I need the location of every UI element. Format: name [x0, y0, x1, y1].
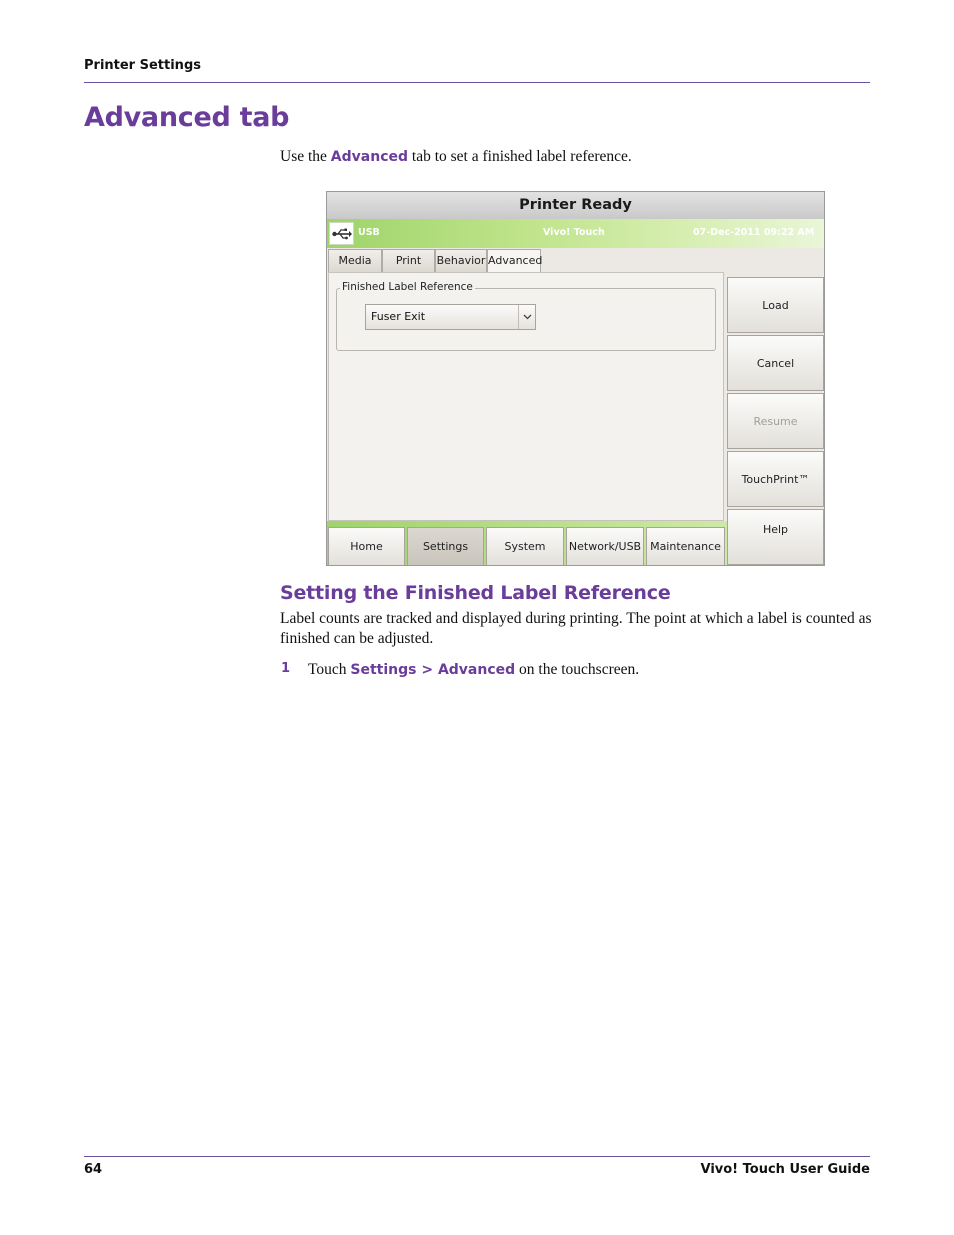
nav-home-button[interactable]: Home — [328, 527, 405, 565]
intro-paragraph: Use the Advanced tab to set a finished l… — [280, 148, 632, 166]
touchprint-button[interactable]: TouchPrint™ — [727, 451, 824, 507]
nav-maintenance-button[interactable]: Maintenance — [646, 527, 725, 565]
step-text-after: on the touchscreen. — [515, 661, 640, 678]
step-keyword: Settings > Advanced — [350, 662, 516, 678]
chevron-down-icon — [518, 305, 535, 329]
status-bar: USB Vivo! Touch 07-Dec-2011 09:22 AM — [327, 219, 824, 248]
advanced-tab-panel: Finished Label Reference Fuser Exit — [328, 272, 724, 521]
step-number: 1 — [281, 661, 291, 676]
help-button[interactable]: Help — [727, 509, 824, 565]
finished-label-reference-select[interactable]: Fuser Exit — [365, 304, 536, 330]
nav-settings-button[interactable]: Settings — [407, 527, 484, 565]
status-device: Vivo! Touch — [543, 227, 605, 238]
screen-title: Printer Ready — [327, 192, 824, 219]
resume-button[interactable]: Resume — [727, 393, 824, 449]
status-datetime: 07-Dec-2011 09:22 AM — [693, 227, 815, 238]
page-title: Advanced tab — [84, 102, 290, 133]
tab-advanced[interactable]: Advanced — [487, 249, 542, 274]
tab-media[interactable]: Media — [328, 249, 382, 273]
select-value: Fuser Exit — [371, 310, 426, 323]
nav-system-button[interactable]: System — [486, 527, 564, 565]
intro-keyword: Advanced — [330, 149, 409, 165]
printer-screen: Printer Ready USB Vivo! Touch 07-Dec-201… — [326, 191, 825, 566]
step-text: Touch Settings > Advanced on the touchsc… — [308, 661, 639, 679]
intro-text-before: Use the — [280, 148, 331, 165]
running-header: Printer Settings — [84, 58, 201, 73]
nav-network-usb-button[interactable]: Network/USB — [566, 527, 644, 565]
tab-behavior[interactable]: Behavior — [435, 249, 487, 273]
subsection-body: Label counts are tracked and displayed d… — [280, 610, 872, 647]
cancel-button[interactable]: Cancel — [727, 335, 824, 391]
tab-print[interactable]: Print — [382, 249, 435, 273]
step-text-before: Touch — [308, 661, 351, 678]
usb-icon — [329, 222, 354, 245]
group-label: Finished Label Reference — [340, 281, 475, 293]
load-button[interactable]: Load — [727, 277, 824, 333]
subsection-title: Setting the Finished Label Reference — [280, 582, 671, 604]
header-rule — [84, 82, 870, 83]
status-connection: USB — [358, 227, 380, 238]
finished-label-reference-group: Finished Label Reference Fuser Exit — [336, 281, 716, 351]
guide-title: Vivo! Touch User Guide — [700, 1162, 870, 1177]
intro-text-after: tab to set a finished label reference. — [408, 148, 632, 165]
footer-rule — [84, 1156, 870, 1157]
page-number: 64 — [84, 1162, 103, 1177]
